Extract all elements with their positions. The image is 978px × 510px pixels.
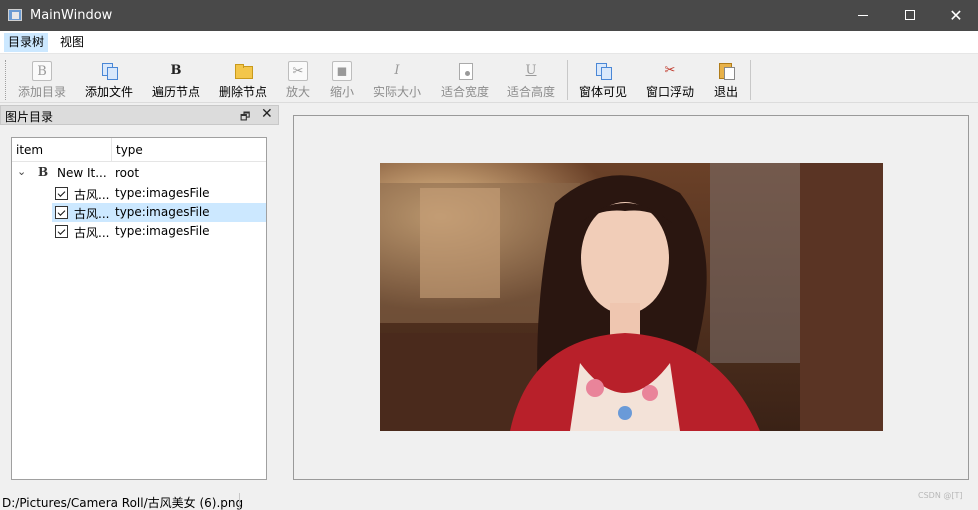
menu-view[interactable]: 视图 xyxy=(56,33,88,52)
italic-icon: I xyxy=(394,63,400,78)
copy-icon xyxy=(99,61,119,81)
menu-directory-tree[interactable]: 目录树 xyxy=(4,33,49,52)
toolbar-separator xyxy=(750,60,751,100)
page-icon xyxy=(455,61,475,81)
toolbar: B 添加目录 添加文件 B 遍历节点 删除节点 ✂ 放大 ◼ 缩小 I 实际大小 xyxy=(0,55,978,103)
checkmark-icon xyxy=(57,208,66,216)
bold-b-icon: B xyxy=(170,63,182,78)
add-file-button[interactable]: 添加文件 xyxy=(81,58,137,102)
float-dock-icon[interactable]: 🗗 xyxy=(240,108,250,127)
column-header-item[interactable]: item xyxy=(16,143,43,157)
close-dock-icon[interactable]: ✕ xyxy=(261,106,273,122)
toolbar-grip[interactable] xyxy=(5,60,7,100)
bold-b-icon: B xyxy=(32,61,52,81)
underline-icon: U xyxy=(525,63,537,78)
displayed-photo xyxy=(380,163,883,431)
tree-item-type: type:imagesFile xyxy=(115,224,210,238)
status-divider xyxy=(239,493,240,509)
tree-item-type: type:imagesFile xyxy=(115,186,210,200)
scissors-icon: ✂ xyxy=(288,61,308,81)
delete-node-button[interactable]: 删除节点 xyxy=(215,58,271,102)
status-file-path: D:/Pictures/Camera Roll/古风美女 (6).png xyxy=(2,496,244,510)
tree-item-type: type:imagesFile xyxy=(115,205,210,219)
checkmark-icon xyxy=(57,227,66,235)
title-bar[interactable]: MainWindow ✕ xyxy=(0,0,978,31)
dock-title-bar[interactable]: 图片目录 🗗 ✕ xyxy=(0,105,279,125)
menu-bar: 目录树 视图 xyxy=(0,31,978,54)
copy-icon xyxy=(593,61,613,81)
fit-height-button[interactable]: U 适合高度 xyxy=(502,58,560,102)
column-divider[interactable] xyxy=(111,138,112,162)
dock-title: 图片目录 xyxy=(5,110,54,124)
maximize-icon xyxy=(905,10,915,20)
tree-row-selected[interactable]: 古风... type:imagesFile xyxy=(12,203,266,222)
tree-row[interactable]: 古风... type:imagesFile xyxy=(12,184,266,203)
zoom-out-button[interactable]: ◼ 缩小 xyxy=(324,58,360,102)
tree-item-label: 古风... xyxy=(74,207,110,221)
minimize-button[interactable] xyxy=(840,0,886,31)
chevron-down-icon[interactable]: ⌄ xyxy=(17,165,26,178)
open-folder-icon xyxy=(233,61,253,81)
tree-item-label: New It... xyxy=(57,166,107,180)
add-directory-button[interactable]: B 添加目录 xyxy=(14,58,70,102)
tree-item-type: root xyxy=(115,166,140,180)
paste-icon xyxy=(716,61,736,81)
item-checkbox[interactable] xyxy=(55,206,68,219)
tree-row[interactable]: 古风... type:imagesFile xyxy=(12,222,266,241)
tree-row-root[interactable]: ⌄ B New It... root xyxy=(12,164,266,183)
column-header-type[interactable]: type xyxy=(116,143,143,157)
app-icon xyxy=(8,9,22,21)
item-checkbox[interactable] xyxy=(55,225,68,238)
tree-item-label: 古风... xyxy=(74,188,110,202)
image-tree-view[interactable]: item type ⌄ B New It... root 古风... type:… xyxy=(11,137,267,480)
exit-button[interactable]: 退出 xyxy=(710,58,742,102)
window-float-button[interactable]: ✂ 窗口浮动 xyxy=(642,58,698,102)
photo-illustration xyxy=(380,163,883,431)
status-bar: D:/Pictures/Camera Roll/古风美女 (6).png xyxy=(0,491,978,510)
maximize-button[interactable] xyxy=(887,0,933,31)
item-checkbox[interactable] xyxy=(55,187,68,200)
tree-header: item type xyxy=(12,138,266,162)
scissors-icon: ✂ xyxy=(664,63,676,78)
minimize-icon xyxy=(858,15,868,16)
tree-item-label: 古风... xyxy=(74,226,110,240)
fit-width-button[interactable]: 适合宽度 xyxy=(436,58,494,102)
window-title: MainWindow xyxy=(30,8,113,23)
bold-b-icon: B xyxy=(38,165,49,179)
dot-square-icon: ◼ xyxy=(332,61,352,81)
checkmark-icon xyxy=(57,189,66,197)
toolbar-separator xyxy=(567,60,568,100)
close-icon: ✕ xyxy=(949,6,963,25)
window-visible-button[interactable]: 窗体可见 xyxy=(575,58,631,102)
actual-size-button[interactable]: I 实际大小 xyxy=(368,58,426,102)
watermark: CSDN @[T] xyxy=(918,491,963,500)
zoom-in-button[interactable]: ✂ 放大 xyxy=(280,58,316,102)
image-view-frame[interactable] xyxy=(293,115,969,480)
close-window-button[interactable]: ✕ xyxy=(933,0,978,31)
main-window: MainWindow ✕ 目录树 视图 B 添加目录 添加文件 B 遍历节点 删… xyxy=(0,0,978,510)
traverse-nodes-button[interactable]: B 遍历节点 xyxy=(148,58,204,102)
